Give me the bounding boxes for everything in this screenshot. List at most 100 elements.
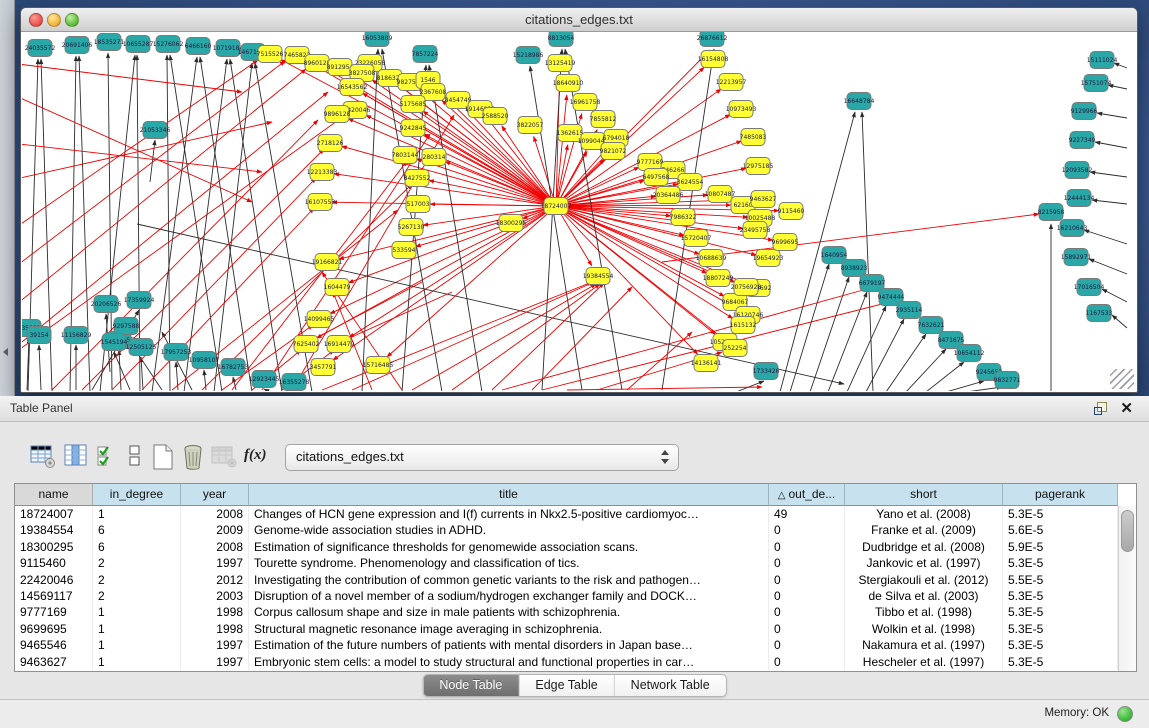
graph-node[interactable]: 20364486 xyxy=(653,187,684,204)
graph-node[interactable]: 5267130 xyxy=(398,219,425,236)
table-row[interactable]: 1830029562008Estimation of significance … xyxy=(15,539,1118,555)
graph-edge[interactable] xyxy=(556,206,726,341)
column-header-title[interactable]: title xyxy=(249,484,769,506)
graph-node[interactable]: 1733426 xyxy=(753,363,780,380)
float-panel-icon[interactable] xyxy=(1094,402,1107,415)
graph-node[interactable]: 11156829 xyxy=(61,327,92,344)
scrollbar-thumb[interactable] xyxy=(1121,510,1134,552)
graph-edge[interactable] xyxy=(114,352,130,390)
graph-node[interactable]: 15751074 xyxy=(1081,75,1112,92)
graph-node[interactable]: 16210643 xyxy=(1057,220,1088,237)
graph-edge[interactable] xyxy=(502,287,874,390)
graph-edge[interactable] xyxy=(362,93,556,206)
graph-node[interactable]: 15716485 xyxy=(363,357,394,374)
graph-edge[interactable] xyxy=(348,206,556,283)
graph-edge[interactable] xyxy=(119,350,121,390)
graph-edge[interactable] xyxy=(567,387,762,390)
tab-node-table[interactable]: Node Table xyxy=(423,675,519,696)
network-graph[interactable]: 2403557220691406185352711065528715276062… xyxy=(22,32,1136,391)
table-row[interactable]: 2242004622012Investigating the contribut… xyxy=(15,572,1118,588)
graph-node[interactable]: 7515526 xyxy=(257,46,284,63)
graph-node[interactable]: 16107553 xyxy=(305,194,336,211)
graph-node[interactable]: 14099465 xyxy=(304,311,335,328)
network-window-titlebar[interactable]: citations_edges.txt xyxy=(21,8,1137,32)
function-builder-button[interactable]: f(x) xyxy=(244,447,267,464)
graph-edge[interactable] xyxy=(828,292,867,391)
graph-node[interactable]: 26876612 xyxy=(697,32,728,47)
table-row[interactable]: 1938455462009Genome-wide association stu… xyxy=(15,522,1118,538)
graph-edge[interactable] xyxy=(200,57,252,391)
graph-node[interactable]: 3822057 xyxy=(517,117,544,134)
graph-node[interactable]: 17359924 xyxy=(124,292,155,309)
graph-node[interactable]: 19654923 xyxy=(753,250,784,267)
graph-edge[interactable] xyxy=(1102,289,1127,302)
graph-node[interactable]: 12975185 xyxy=(743,158,774,175)
graph-node[interactable]: 10958107 xyxy=(189,352,220,369)
graph-node[interactable]: 9115460 xyxy=(778,203,805,220)
graph-node[interactable]: 14136141 xyxy=(691,355,722,372)
new-column-button[interactable] xyxy=(150,443,178,471)
graph-node[interactable]: 20756928 xyxy=(731,279,762,296)
column-header-short[interactable]: short xyxy=(845,484,1003,506)
graph-edge[interactable] xyxy=(810,277,849,391)
graph-node[interactable]: 7855812 xyxy=(590,111,617,128)
panel-collapse-arrow-icon[interactable] xyxy=(3,348,8,356)
graph-edge[interactable] xyxy=(556,195,708,206)
graph-node[interactable]: 17957253 xyxy=(161,344,192,361)
graph-node[interactable]: 8427552 xyxy=(404,170,431,187)
graph-node[interactable]: 3457791 xyxy=(310,359,337,376)
graph-edge[interactable] xyxy=(906,349,946,391)
graph-edge[interactable] xyxy=(556,206,698,354)
graph-node[interactable]: 19166821 xyxy=(312,254,343,271)
graph-edge[interactable] xyxy=(1090,172,1127,177)
graph-node[interactable]: 15892971 xyxy=(1061,249,1092,266)
graph-node[interactable]: 7485083 xyxy=(740,129,767,146)
graph-node[interactable]: 16543562 xyxy=(337,79,368,96)
graph-node[interactable]: 7803144 xyxy=(392,147,419,164)
graph-node[interactable]: 533594 xyxy=(392,242,416,259)
graph-node[interactable]: 16961758 xyxy=(570,94,601,111)
graph-node[interactable]: 9896128 xyxy=(324,106,351,123)
graph-node[interactable]: 12093582 xyxy=(1062,162,1093,179)
column-header-pagerank[interactable]: pagerank xyxy=(1003,484,1118,506)
graph-node[interactable]: 18300295 xyxy=(496,215,527,232)
graph-edge[interactable] xyxy=(22,116,344,362)
column-header-year[interactable]: year xyxy=(181,484,249,506)
graph-node[interactable]: 6466160 xyxy=(185,38,212,55)
graph-node[interactable]: 9242845 xyxy=(400,120,427,137)
graph-node[interactable]: 18807249 xyxy=(703,270,734,287)
network-canvas[interactable]: 2403557220691406185352711065528715276062… xyxy=(22,32,1136,391)
graph-node[interactable]: 10973493 xyxy=(726,101,757,118)
graph-edge[interactable] xyxy=(847,306,886,391)
graph-edge[interactable] xyxy=(862,112,873,391)
graph-node[interactable]: 280314 xyxy=(422,149,446,166)
table-row[interactable]: 1456911722003Disruption of a novel membe… xyxy=(15,588,1118,604)
graph-node[interactable]: 16053809 xyxy=(362,32,393,47)
graph-node[interactable]: 12505125 xyxy=(126,339,157,356)
graph-node[interactable]: 16914479 xyxy=(324,336,355,353)
graph-node[interactable]: 17016504 xyxy=(1074,279,1105,296)
graph-node[interactable]: 9463627 xyxy=(750,191,777,208)
graph-node[interactable]: 8215958 xyxy=(1038,204,1065,221)
graph-edge[interactable] xyxy=(22,92,252,202)
graph-node[interactable]: 8813054 xyxy=(548,32,575,47)
close-panel-icon[interactable]: ✕ xyxy=(1120,399,1133,417)
column-header-in_degree[interactable]: in_degree xyxy=(93,484,181,506)
table-mode-button[interactable] xyxy=(30,443,58,471)
graph-node[interactable]: 9227349 xyxy=(1069,132,1096,149)
graph-edge[interactable] xyxy=(627,332,692,390)
graph-edge[interactable] xyxy=(1089,259,1127,274)
tab-edge-table[interactable]: Edge Table xyxy=(519,675,614,696)
graph-node[interactable]: 13125419 xyxy=(545,55,576,72)
graph-node[interactable]: 8938923 xyxy=(841,260,868,277)
graph-node[interactable]: 16782753 xyxy=(218,359,249,376)
window-resize-grip[interactable] xyxy=(1110,369,1134,389)
tab-network-table[interactable]: Network Table xyxy=(615,675,726,696)
graph-node[interactable]: 2718126 xyxy=(317,135,344,152)
graph-edge[interactable] xyxy=(926,362,964,391)
graph-edge[interactable] xyxy=(39,345,41,390)
graph-edge[interactable] xyxy=(416,206,556,247)
graph-node[interactable]: 19384554 xyxy=(583,268,614,285)
graph-node[interactable]: 2588520 xyxy=(482,108,509,125)
select-all-button[interactable] xyxy=(96,443,124,471)
